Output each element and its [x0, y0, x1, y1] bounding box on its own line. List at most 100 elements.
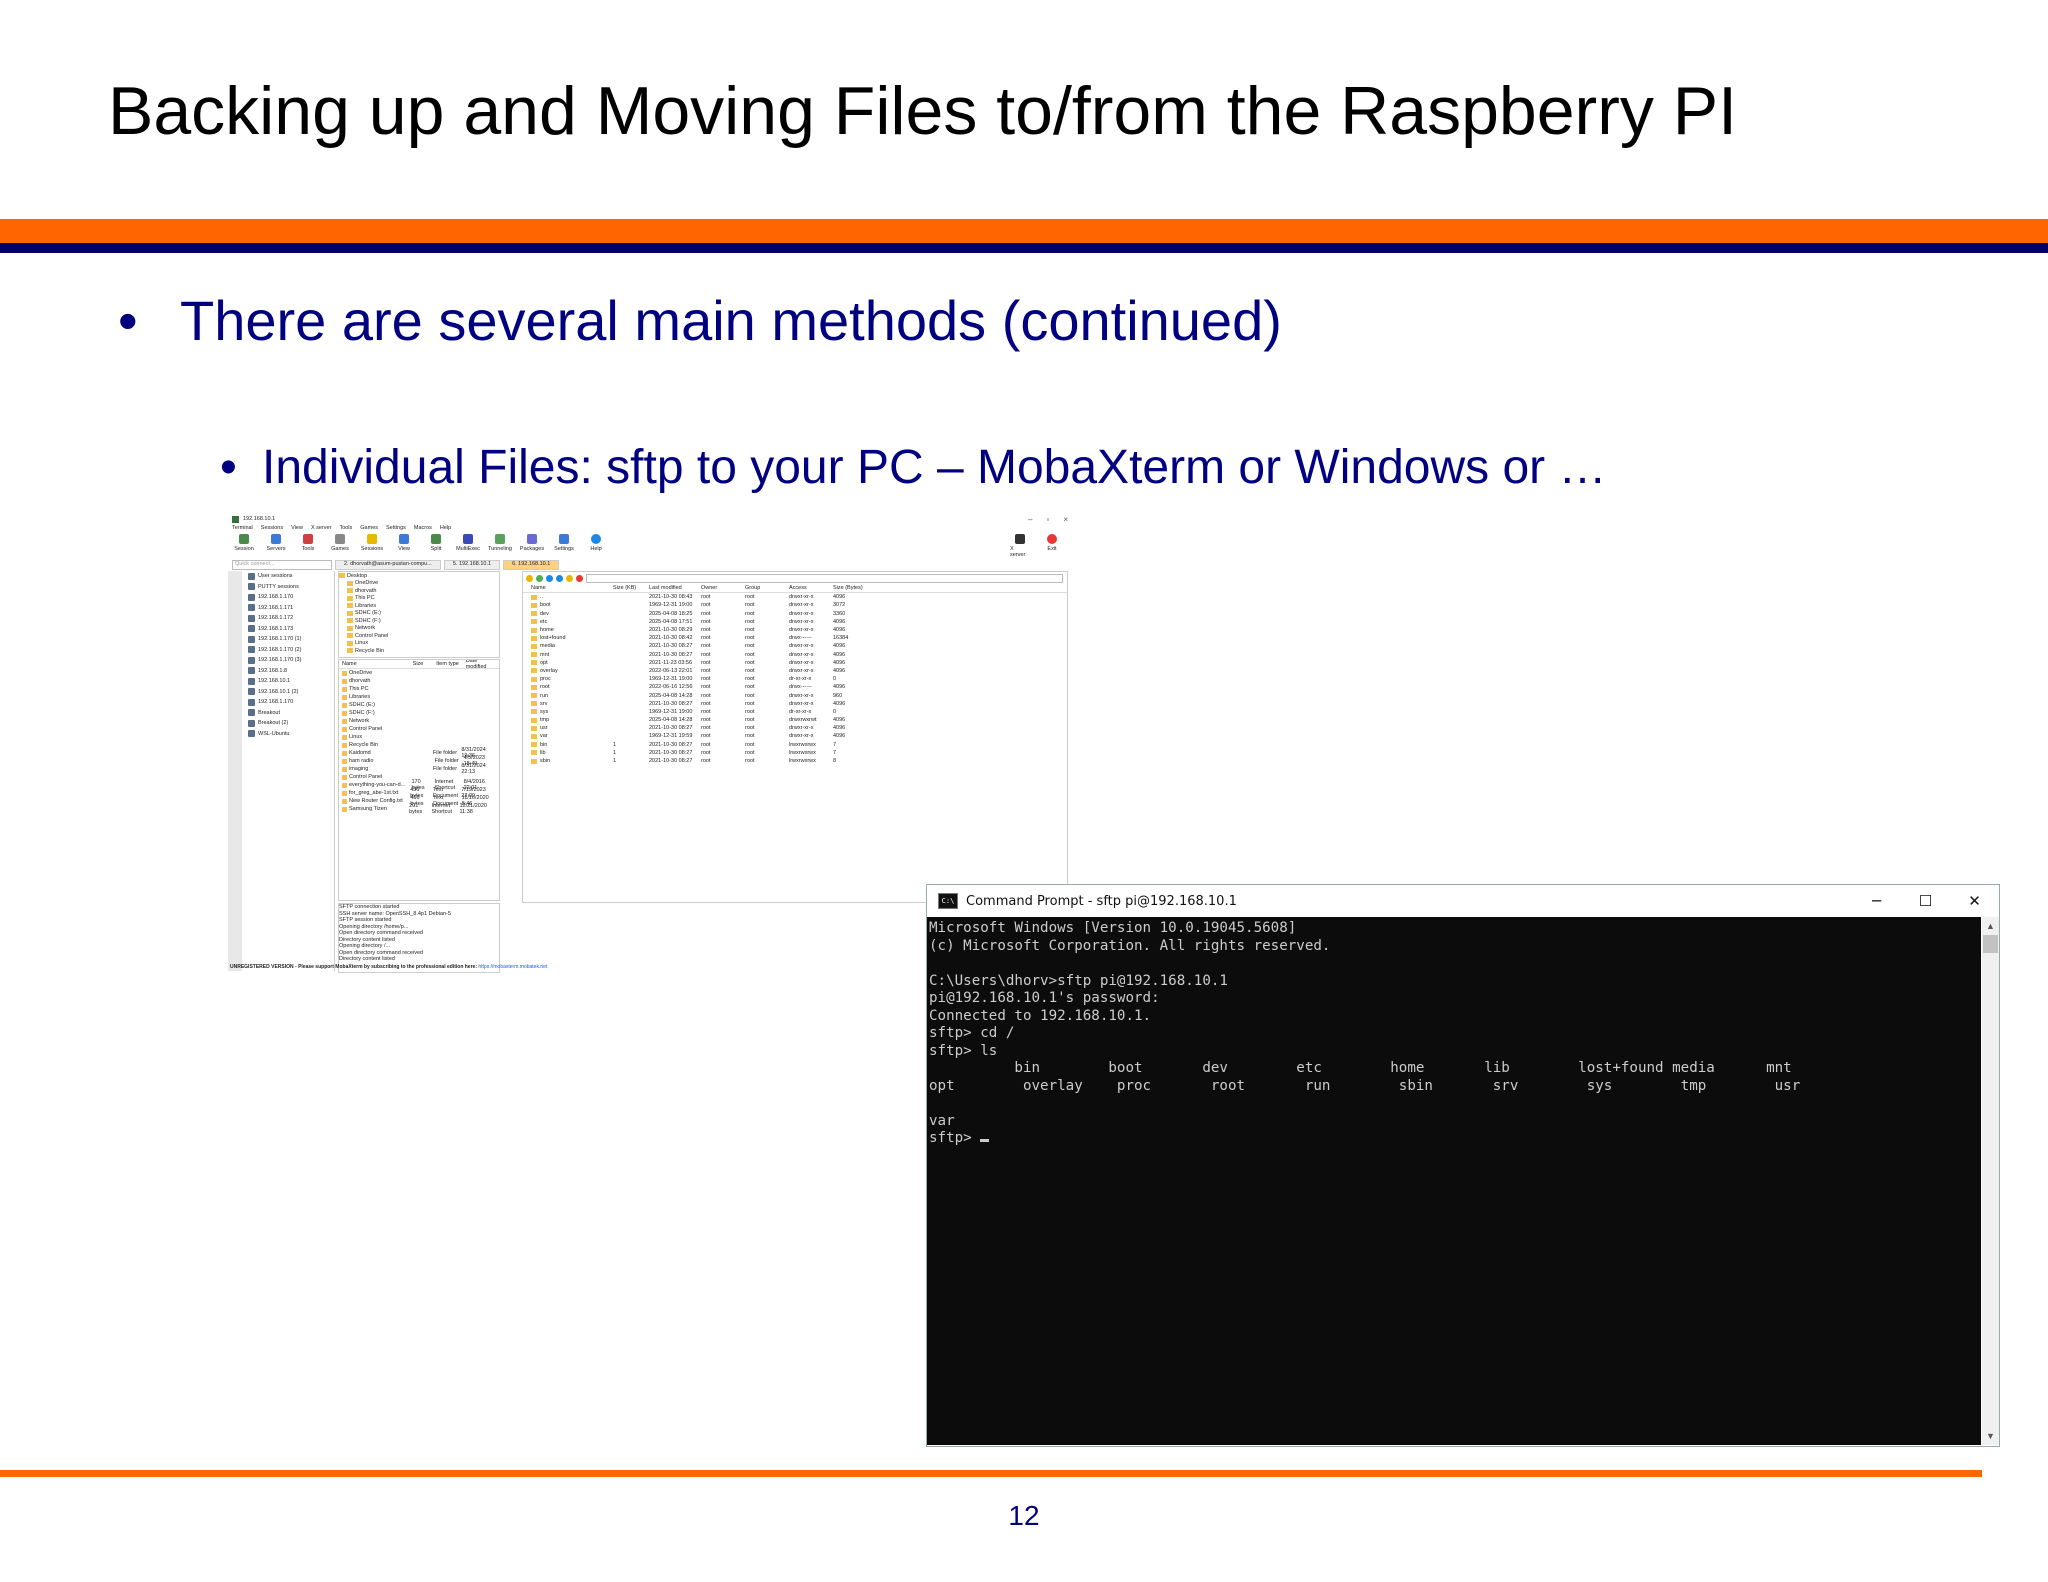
tree-item[interactable]: OneDrive	[339, 580, 499, 588]
list-item[interactable]: OneDrive	[339, 669, 499, 677]
table-row[interactable]: root 2022-06-16 12:56 root root drwx------ 40…	[523, 683, 1067, 691]
session-item[interactable]: User sessions	[244, 571, 334, 582]
table-row[interactable]: sbin 1 2021-10-30 08:27 root root lrwxrwxrwx 8	[523, 757, 1067, 765]
up-folder-icon[interactable]	[526, 574, 533, 582]
list-item[interactable]: imaging File folder 8/31/2024 22:13	[339, 763, 499, 775]
session-item[interactable]: 192.168.10.1 (2)	[244, 687, 334, 698]
menu-tools[interactable]: Tools	[339, 525, 352, 534]
table-row[interactable]: etc 2025-04-08 17:51 root root drwxr-xr-x 409…	[523, 618, 1067, 626]
minimize-button[interactable]: –	[1028, 515, 1032, 524]
menu-view[interactable]: View	[291, 525, 303, 534]
table-row[interactable]: proc 1969-12-31 19:00 root root dr-xr-xr-x 0	[523, 675, 1067, 683]
toolbar-split-button[interactable]: Split	[426, 534, 446, 552]
table-row[interactable]: usr 2021-10-30 08:27 root root drwxr-xr-x 409…	[523, 724, 1067, 732]
session-item[interactable]: Breakout (2)	[244, 718, 334, 729]
refresh-icon[interactable]	[536, 574, 543, 582]
toolbar-tools-button[interactable]: Tools	[298, 534, 318, 552]
session-item[interactable]: 192.168.1.170	[244, 592, 334, 603]
status-link[interactable]: https://mobaxterm.mobatek.net	[478, 964, 547, 970]
toolbar-exit-button[interactable]: Exit	[1042, 534, 1062, 558]
list-item[interactable]: SDHC (E:)	[339, 701, 499, 709]
scroll-down-arrow-icon[interactable]: ▼	[1982, 1427, 1999, 1445]
list-item[interactable]: SDHC (F:)	[339, 709, 499, 717]
col-name[interactable]: Name	[342, 661, 413, 667]
col-size-bytes[interactable]: Size (Bytes)	[833, 585, 873, 591]
list-item[interactable]: dhorvath	[339, 677, 499, 685]
toolbar-servers-button[interactable]: Servers	[266, 534, 286, 552]
list-item[interactable]: Control Panel	[339, 725, 499, 733]
table-row[interactable]: var 1969-12-31 19:59 root root drwxr-xr-x 409…	[523, 732, 1067, 740]
toolbar-session-button[interactable]: Session	[234, 534, 254, 552]
maximize-button[interactable]: ☐	[1901, 892, 1950, 910]
session-item[interactable]: 192.168.1.170	[244, 697, 334, 708]
tab-sftp-active[interactable]: 6. 192.168.10.1	[503, 560, 560, 570]
menu-x-server[interactable]: X server	[311, 525, 331, 534]
session-item[interactable]: 192.168.1.173	[244, 624, 334, 635]
session-item[interactable]: 192.168.1.170 (1)	[244, 634, 334, 645]
list-item[interactable]: Samsung Tizen 201 bytes Internet Shortcut 1…	[339, 803, 499, 815]
upload-icon[interactable]	[556, 574, 563, 582]
col-group[interactable]: Group	[745, 585, 789, 591]
session-item[interactable]: PUTTY sessions	[244, 582, 334, 593]
col-last-modified[interactable]: Last modified	[649, 585, 701, 591]
session-item[interactable]: 192.168.1.171	[244, 603, 334, 614]
col-access[interactable]: Access	[789, 585, 833, 591]
toolbar-packages-button[interactable]: Packages	[520, 534, 544, 552]
toolbar-games-button[interactable]: Games	[330, 534, 350, 552]
tree-item[interactable]: dhorvath	[339, 587, 499, 595]
menu-help[interactable]: Help	[440, 525, 451, 534]
session-item[interactable]: 192.168.1.172	[244, 613, 334, 624]
toolbar-settings-button[interactable]: Settings	[554, 534, 574, 552]
toolbar-xserver-button[interactable]: X server	[1010, 534, 1030, 558]
download-icon[interactable]	[546, 574, 553, 582]
col-size-kb[interactable]: Size (KB)	[613, 585, 649, 591]
tree-item[interactable]: Network	[339, 625, 499, 633]
scroll-thumb[interactable]	[1983, 935, 1998, 953]
table-row[interactable]: boot 1969-12-31 19:00 root root drwxr-xr-x 30…	[523, 601, 1067, 609]
minimize-button[interactable]: ─	[1852, 892, 1901, 910]
table-row[interactable]: home 2021-10-30 08:29 root root drwxr-xr-x 40…	[523, 626, 1067, 634]
table-row[interactable]: opt 2021-11-23 03:56 root root drwxr-xr-x 409…	[523, 659, 1067, 667]
table-row[interactable]: dev 2025-04-08 18:25 root root drwxr-xr-x 336…	[523, 610, 1067, 618]
session-item[interactable]: 192.168.1.8	[244, 666, 334, 677]
table-row[interactable]: sys 1969-12-31 19:00 root root dr-xr-xr-x 0	[523, 708, 1067, 716]
tree-item[interactable]: Desktop	[339, 572, 499, 580]
table-row[interactable]: overlay 2022-06-13 22:01 root root drwxr-xr-…	[523, 667, 1067, 675]
col-name[interactable]: Name	[523, 585, 613, 591]
toolbar-sessions-button[interactable]: Sessions	[361, 534, 383, 552]
remote-path-input[interactable]	[586, 573, 1063, 583]
list-item[interactable]: Linux	[339, 733, 499, 741]
tab-terminal-2[interactable]: 5. 192.168.10.1	[443, 560, 501, 570]
close-button[interactable]: ✕	[1950, 892, 1999, 910]
toolbar-multiexec-button[interactable]: MultiExec	[456, 534, 480, 552]
tree-item[interactable]: Libraries	[339, 602, 499, 610]
toolbar-help-button[interactable]: Help	[586, 534, 606, 552]
tab-terminal-1[interactable]: 2. dhorvath@asum-pustan-compu...	[335, 560, 441, 570]
col-size[interactable]: Size	[413, 661, 437, 667]
tree-item[interactable]: SDHC (E:)	[339, 610, 499, 618]
tree-item[interactable]: Linux	[339, 640, 499, 648]
session-item[interactable]: Breakout	[244, 708, 334, 719]
tree-item[interactable]: SDHC (F:)	[339, 617, 499, 625]
session-item[interactable]: 192.168.1.170 (2)	[244, 645, 334, 656]
table-row[interactable]: .. 2021-10-30 08:43 root root drwxr-xr-x 4096	[523, 593, 1067, 601]
quick-connect-input[interactable]: Quick connect...	[232, 560, 332, 570]
session-item[interactable]: WSL-Ubuntu	[244, 729, 334, 740]
col-date[interactable]: Date modified	[466, 660, 499, 670]
close-button[interactable]: ×	[1063, 515, 1068, 524]
table-row[interactable]: tmp 2025-04-08 14:28 root root drwxrwxrwt 409…	[523, 716, 1067, 724]
delete-icon[interactable]	[576, 574, 583, 582]
session-item[interactable]: 192.168.1.170 (3)	[244, 655, 334, 666]
maximize-button[interactable]: ▫	[1046, 515, 1049, 524]
menu-terminal[interactable]: Terminal	[232, 525, 253, 534]
toolbar-tunneling-button[interactable]: Tunneling	[488, 534, 512, 552]
table-row[interactable]: mnt 2021-10-30 08:27 root root drwxr-xr-x 409…	[523, 651, 1067, 659]
session-item[interactable]: 192.168.10.1	[244, 676, 334, 687]
col-owner[interactable]: Owner	[701, 585, 745, 591]
tree-item[interactable]: Control Panel	[339, 632, 499, 640]
menu-games[interactable]: Games	[360, 525, 378, 534]
table-row[interactable]: media 2021-10-30 08:27 root root drwxr-xr-x 4…	[523, 642, 1067, 650]
table-row[interactable]: bin 1 2021-10-30 08:27 root root lrwxrwxrwx 7	[523, 741, 1067, 749]
scroll-up-arrow-icon[interactable]: ▲	[1982, 917, 1999, 935]
table-row[interactable]: srv 2021-10-30 08:27 root root drwxr-xr-x 409…	[523, 700, 1067, 708]
